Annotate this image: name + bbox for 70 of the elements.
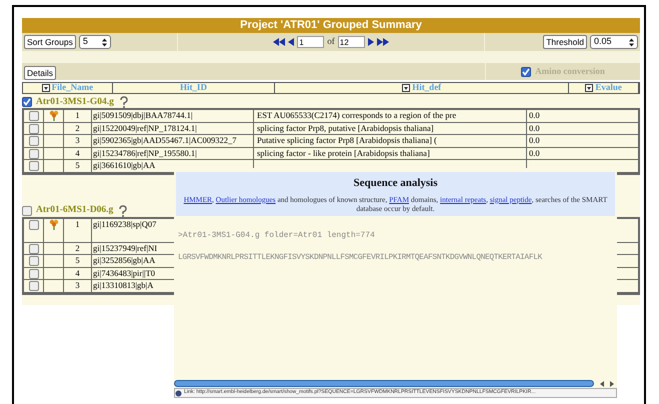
rank-cell: 3 xyxy=(75,135,80,146)
amino-conversion-checkbox[interactable] xyxy=(521,66,532,76)
row-checkbox[interactable] xyxy=(28,111,38,121)
next-page-icon[interactable] xyxy=(368,38,374,46)
hit-id-cell: gi|15237949|ref|NI xyxy=(93,242,158,254)
evalue-cell: 0.0 xyxy=(529,148,540,158)
flower-icon xyxy=(48,218,58,230)
sort-icon[interactable] xyxy=(42,84,50,92)
evalue-cell: 0.0 xyxy=(529,122,540,134)
rank-cell: 1 xyxy=(75,110,80,121)
group-checkbox[interactable] xyxy=(22,206,32,216)
hit-id-cell: gi|15234786|ref|NP_195580.1| xyxy=(93,148,197,158)
stepper-arrows-icon[interactable] xyxy=(629,38,634,46)
scroll-arrows-icon[interactable] xyxy=(600,380,614,386)
sort-icon[interactable] xyxy=(585,84,594,92)
hit-id-cell: gi|7436483|pir||T0 xyxy=(93,268,156,278)
row-checkbox[interactable] xyxy=(28,148,38,158)
evalue-cell: 0.0 xyxy=(529,110,540,121)
hit-def-cell: EST AU065533(C2174) corresponds to a region of the pre xyxy=(257,110,456,121)
hit-id-cell: gi|15220049|ref|NP_178124.1| xyxy=(93,122,197,134)
hit-def-cell: Putative splicing factor Prp8 [Arabidopsis thaliana] ( xyxy=(257,135,437,146)
link-icon xyxy=(175,390,182,396)
row-checkbox[interactable] xyxy=(28,124,38,134)
rank-cell: 5 xyxy=(75,160,80,171)
rank-cell: 4 xyxy=(75,268,80,278)
first-page-icon[interactable] xyxy=(273,38,286,46)
hit-id-cell: gi|3252856|gb|AA xyxy=(93,255,156,266)
row-checkbox[interactable] xyxy=(28,161,38,171)
details-button[interactable]: Details xyxy=(24,66,56,80)
rank-cell: 2 xyxy=(75,242,80,254)
row-checkbox[interactable] xyxy=(28,136,38,146)
stepper-arrows-icon[interactable] xyxy=(102,38,107,46)
sort-groups-button[interactable]: Sort Groups xyxy=(24,35,76,49)
group-checkbox[interactable] xyxy=(22,97,32,107)
rank-cell: 1 xyxy=(75,218,80,230)
row-checkbox[interactable] xyxy=(28,281,38,291)
flower-icon xyxy=(48,110,58,121)
hit-def-cell: splicing factor Prp8, putative [Arabidopsis thaliana] xyxy=(257,122,434,134)
hit-id-cell: gi|1169238|sp|Q07 xyxy=(93,218,156,230)
hit-id-cell: gi|3661610|gb|AA xyxy=(93,160,156,171)
row-checkbox[interactable] xyxy=(28,220,38,230)
rank-cell: 3 xyxy=(75,280,80,291)
rank-cell: 4 xyxy=(75,148,80,158)
group-title: Atr01-6MS1-D06.g xyxy=(36,204,114,218)
fasta-header: >Atr01-3MS1-G04.g folder=Atr01 length=774 xyxy=(177,230,376,242)
threshold-select[interactable]: 0.05 xyxy=(590,35,638,49)
group-title: Atr01-3MS1-G04.g xyxy=(36,96,114,109)
row-checkbox[interactable] xyxy=(28,268,38,278)
row-checkbox[interactable] xyxy=(28,256,38,266)
scrollbar-thumb[interactable] xyxy=(174,380,594,387)
help-icon[interactable] xyxy=(118,96,130,108)
hit-id-cell: gi|5091509|dbj|BAA78744.1| xyxy=(93,110,193,121)
sort-icon[interactable] xyxy=(402,84,410,92)
last-page-icon[interactable] xyxy=(376,38,389,46)
previous-page-icon[interactable] xyxy=(288,38,294,46)
hit-id-cell: gi|13310813|gb|A xyxy=(93,280,154,291)
sort-select[interactable]: 5 xyxy=(78,35,111,49)
help-icon[interactable] xyxy=(117,204,130,216)
rank-cell: 5 xyxy=(75,255,80,266)
page-field[interactable]: 1 xyxy=(297,36,324,48)
title-bar: Project 'ATR01' Grouped Summary xyxy=(22,18,640,33)
rank-cell: 2 xyxy=(75,122,80,134)
of-label: of xyxy=(327,35,335,48)
total-pages-field[interactable]: 12 xyxy=(338,36,365,48)
hit-id-cell: gi|5902365|gb|AAD55467.1|AC009322_7 xyxy=(93,135,237,146)
evalue-cell: 0.0 xyxy=(529,135,540,146)
threshold-button[interactable]: Threshold xyxy=(543,35,587,49)
hit-def-cell: splicing factor - like protein [Arabidopsis thaliana] xyxy=(257,148,430,158)
popup-title: Sequence analysis xyxy=(353,176,438,191)
row-checkbox[interactable] xyxy=(28,244,38,254)
